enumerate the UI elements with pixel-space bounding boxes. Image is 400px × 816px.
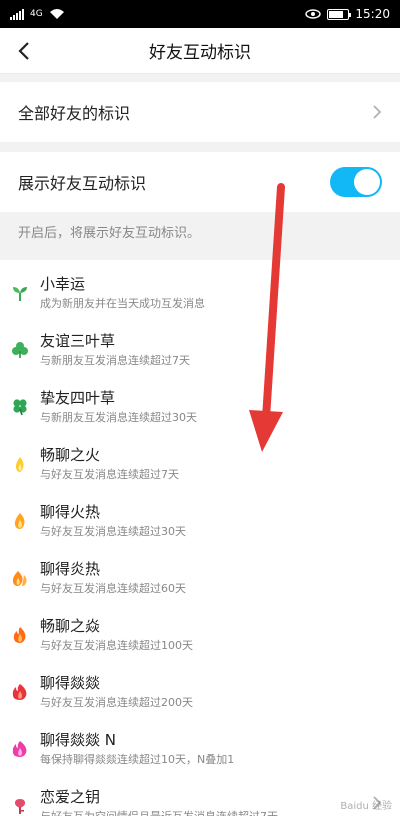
back-button[interactable] bbox=[12, 39, 36, 63]
badge-text: 挚友四叶草与新朋友互发消息连续超过30天 bbox=[40, 388, 197, 426]
badge-name: 聊得燚燚 bbox=[40, 673, 101, 692]
badge-name: 聊得火热 bbox=[40, 502, 101, 521]
badge-list: 小幸运成为新朋友并在当天成功互发消息友谊三叶草与新朋友互发消息连续超过7天挚友四… bbox=[0, 260, 400, 816]
badge-text: 小幸运成为新朋友并在当天成功互发消息 bbox=[40, 274, 205, 312]
pink-flame-icon bbox=[10, 739, 30, 759]
badge-description: 与新朋友互发消息连续超过7天 bbox=[40, 353, 190, 367]
chevron-right-icon bbox=[373, 105, 382, 119]
badge-list-item: 挚友四叶草与新朋友互发消息连续超过30天 bbox=[0, 378, 400, 435]
badge-list-item: 小幸运成为新朋友并在当天成功互发消息 bbox=[0, 264, 400, 321]
all-friends-badges-row[interactable]: 全部好友的标识 bbox=[0, 82, 400, 142]
badge-description: 与好友互发消息连续超过200天 bbox=[40, 695, 193, 709]
signal-icon bbox=[10, 8, 24, 20]
badge-list-item: 聊得燚燚与好友互发消息连续超过200天 bbox=[0, 663, 400, 720]
badge-name: 挚友四叶草 bbox=[40, 388, 116, 407]
big-flame-icon bbox=[10, 625, 30, 645]
three-leaf-clover-icon bbox=[10, 340, 30, 360]
badge-name: 畅聊之火 bbox=[40, 445, 101, 464]
nav-bar: 好友互动标识 bbox=[0, 28, 400, 74]
badge-description: 每保持聊得燚燚连续超过10天，N叠加1 bbox=[40, 752, 235, 766]
badge-list-item: 友谊三叶草与新朋友互发消息连续超过7天 bbox=[0, 321, 400, 378]
badge-name: 小幸运 bbox=[40, 274, 86, 293]
double-flame-icon bbox=[10, 568, 30, 588]
page-title: 好友互动标识 bbox=[149, 43, 251, 63]
badge-name: 畅聊之焱 bbox=[40, 616, 101, 635]
badge-list-item: 畅聊之焱与好友互发消息连续超过100天 bbox=[0, 606, 400, 663]
eye-icon bbox=[305, 9, 322, 19]
battery-icon bbox=[327, 8, 352, 20]
badge-description: 与好友互为空间情侣且最近互发消息连续超过7天 bbox=[40, 809, 278, 816]
key-icon bbox=[10, 796, 30, 816]
watermark: Baidu 经验 bbox=[340, 801, 392, 812]
badge-description: 成为新朋友并在当天成功互发消息 bbox=[40, 296, 205, 310]
network-type: 4G bbox=[30, 9, 43, 19]
badge-text: 聊得炎热与好友互发消息连续超过60天 bbox=[40, 559, 186, 597]
clock: 15:20 bbox=[355, 7, 390, 21]
badge-list-item: 聊得燚燚 N 每保持聊得燚燚连续超过10天，N叠加1 bbox=[0, 720, 400, 777]
badge-text: 聊得燚燚与好友互发消息连续超过200天 bbox=[40, 673, 193, 711]
badge-text: 聊得火热与好友互发消息连续超过30天 bbox=[40, 502, 186, 540]
status-bar: 4G 15:20 bbox=[0, 0, 400, 28]
show-badges-label: 展示好友互动标识 bbox=[18, 174, 147, 193]
badge-text: 畅聊之焱与好友互发消息连续超过100天 bbox=[40, 616, 193, 654]
flame-icon bbox=[10, 511, 30, 531]
badge-list-item: 聊得火热与好友互发消息连续超过30天 bbox=[0, 492, 400, 549]
red-flame-icon bbox=[10, 682, 30, 702]
badge-description: 与新朋友互发消息连续超过30天 bbox=[40, 410, 197, 424]
badge-description: 与好友互发消息连续超过7天 bbox=[40, 467, 179, 481]
wifi-icon bbox=[49, 9, 64, 19]
badge-list-item: 畅聊之火与好友互发消息连续超过7天 bbox=[0, 435, 400, 492]
badge-description: 与好友互发消息连续超过100天 bbox=[40, 638, 193, 652]
all-friends-label: 全部好友的标识 bbox=[18, 104, 131, 123]
toggle-knob bbox=[354, 169, 380, 195]
badge-text: 友谊三叶草与新朋友互发消息连续超过7天 bbox=[40, 331, 190, 369]
badge-list-item: 聊得炎热与好友互发消息连续超过60天 bbox=[0, 549, 400, 606]
badge-text: 聊得燚燚 N 每保持聊得燚燚连续超过10天，N叠加1 bbox=[40, 730, 234, 768]
toggle-hint: 开启后，将展示好友互动标识。 bbox=[18, 226, 201, 241]
chevron-left-icon bbox=[18, 42, 29, 60]
badge-name: 聊得燚燚 N bbox=[40, 730, 116, 749]
sprout-icon bbox=[10, 283, 30, 303]
show-badges-toggle[interactable] bbox=[330, 167, 382, 197]
badge-text: 畅聊之火与好友互发消息连续超过7天 bbox=[40, 445, 179, 483]
badge-description: 与好友互发消息连续超过30天 bbox=[40, 524, 186, 538]
badge-name: 恋爱之钥 bbox=[40, 787, 101, 806]
four-leaf-clover-icon bbox=[10, 397, 30, 417]
badge-text: 恋爱之钥与好友互为空间情侣且最近互发消息连续超过7天 bbox=[40, 787, 278, 816]
show-badges-row: 展示好友互动标识 bbox=[0, 152, 400, 212]
badge-name: 聊得炎热 bbox=[40, 559, 101, 578]
badge-description: 与好友互发消息连续超过60天 bbox=[40, 581, 186, 595]
small-flame-icon bbox=[10, 454, 30, 474]
badge-name: 友谊三叶草 bbox=[40, 331, 116, 350]
